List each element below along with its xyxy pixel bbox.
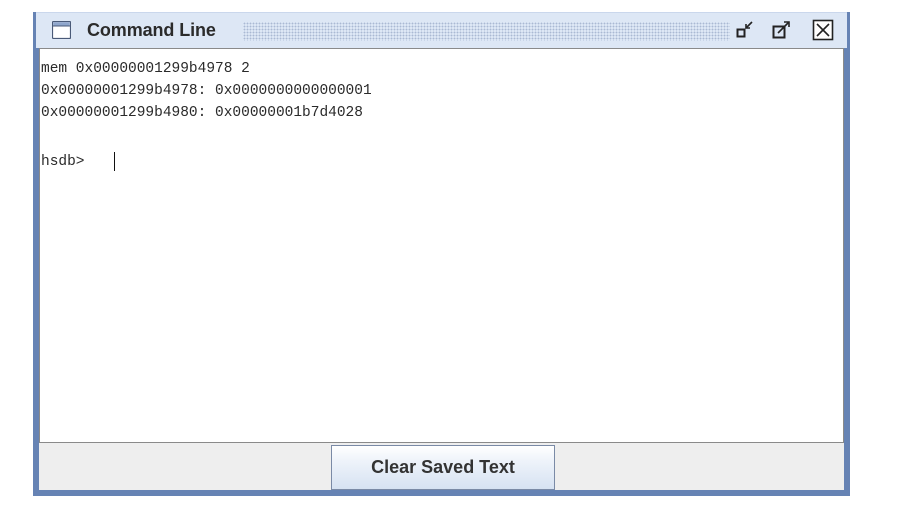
close-icon[interactable] — [812, 19, 834, 41]
console-prompt[interactable]: hsdb> — [41, 153, 93, 171]
maximize-icon[interactable] — [771, 19, 793, 41]
terminal-window-icon — [51, 20, 72, 40]
iconify-icon[interactable] — [735, 19, 757, 41]
clear-saved-text-button[interactable]: Clear Saved Text — [331, 445, 555, 490]
console-line: 0x00000001299b4980: 0x00000001b7d4028 — [41, 105, 363, 121]
text-cursor — [114, 152, 115, 171]
console-line: 0x00000001299b4978: 0x0000000000000001 — [41, 83, 372, 99]
button-panel: Clear Saved Text — [39, 443, 844, 490]
window-title: Command Line — [87, 20, 216, 40]
console-output-area[interactable]: mem 0x00000001299b4978 2 0x00000001299b4… — [39, 48, 844, 443]
title-bar[interactable]: Command Line — [36, 12, 847, 48]
console-line: mem 0x00000001299b4978 2 — [41, 61, 250, 77]
title-bar-grip-pattern — [243, 22, 730, 41]
command-line-window: Command Line mem 0x00000001299b4978 2 0x… — [33, 12, 850, 496]
